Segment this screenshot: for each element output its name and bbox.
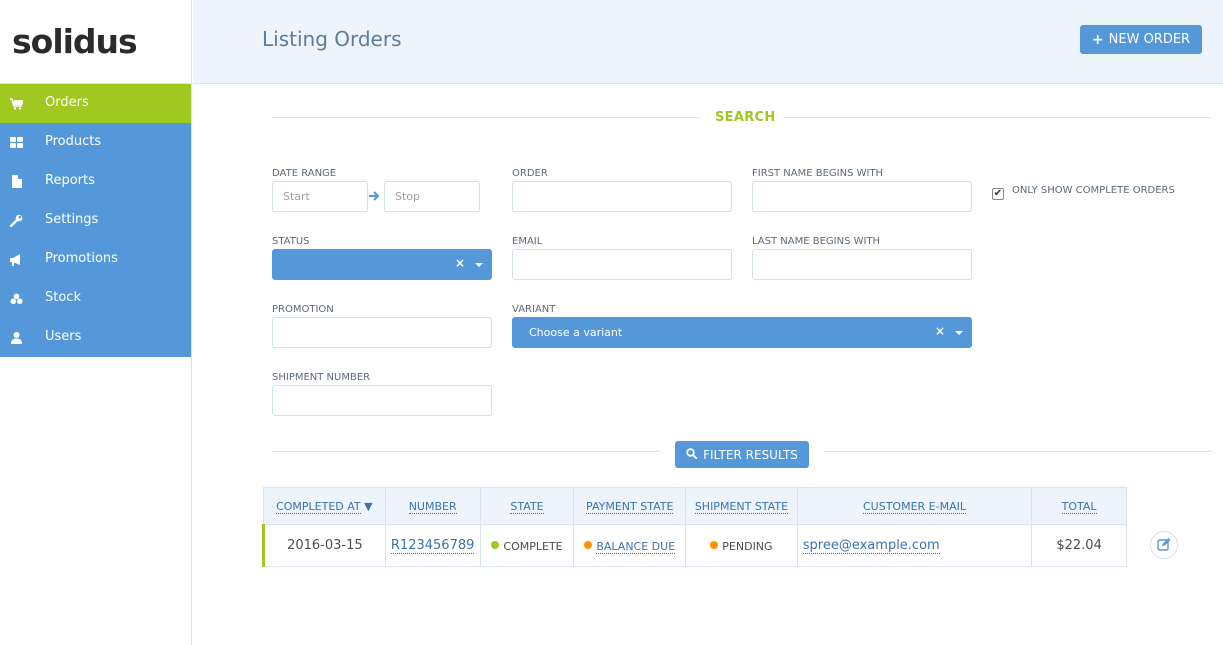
- sidebar-item-label: Settings: [45, 212, 99, 227]
- grid-icon: [10, 136, 23, 149]
- sidebar-item-label: Users: [45, 329, 82, 344]
- wrench-icon: [10, 214, 23, 227]
- status-label: STATUS: [272, 236, 310, 247]
- date-start-placeholder: Start: [283, 190, 310, 203]
- sidebar-item-users[interactable]: Users: [0, 318, 191, 357]
- payment-state-cell: BALANCE DUE: [573, 524, 687, 567]
- sidebar-item-promotions[interactable]: Promotions: [0, 240, 191, 279]
- status-select[interactable]: ×: [272, 249, 492, 280]
- sidebar-nav: Orders Products Reports Settings Promoti…: [0, 84, 191, 357]
- filter-results-button[interactable]: FILTER RESULTS: [675, 441, 809, 468]
- customer-email-cell: spree@example.com: [796, 524, 1033, 567]
- column-header-number[interactable]: NUMBER: [384, 487, 481, 525]
- edit-icon: [1157, 536, 1171, 555]
- sidebar-item-label: Stock: [45, 290, 81, 305]
- sidebar-item-label: Orders: [45, 95, 89, 110]
- only-complete-label: ONLY SHOW COMPLETE ORDERS: [1012, 185, 1175, 196]
- date-range-label: DATE RANGE: [272, 168, 337, 179]
- shipment-state-text: PENDING: [722, 539, 773, 553]
- shipment-number-label: SHIPMENT NUMBER: [272, 372, 371, 383]
- last-name-label: LAST NAME BEGINS WITH: [752, 236, 881, 247]
- orders-table: COMPLETED AT ▼ NUMBER STATE PAYMENT STAT…: [262, 487, 1127, 567]
- customer-email-link[interactable]: spree@example.com: [802, 538, 940, 554]
- variant-select[interactable]: Choose a variant ×: [512, 317, 972, 348]
- variant-label: VARIANT: [512, 304, 556, 315]
- search-divider-right: [783, 117, 1211, 118]
- email-label: EMAIL: [512, 236, 543, 247]
- sort-desc-icon: ▼: [364, 499, 373, 513]
- sidebar: solidus Orders Products Reports Settings: [0, 0, 192, 645]
- sidebar-item-reports[interactable]: Reports: [0, 162, 191, 201]
- filter-divider-right: [824, 451, 1212, 452]
- column-header-total[interactable]: TOTAL: [1031, 487, 1127, 525]
- variant-placeholder: Choose a variant: [529, 326, 623, 339]
- column-header-customer-email[interactable]: CUSTOMER E-MAIL: [796, 487, 1033, 525]
- order-label: ORDER: [512, 168, 548, 179]
- column-header-payment-state[interactable]: PAYMENT STATE: [573, 487, 687, 525]
- order-number-link[interactable]: R123456789: [390, 538, 475, 554]
- logo[interactable]: solidus: [0, 0, 191, 84]
- page-title: Listing Orders: [262, 27, 402, 51]
- promotion-label: PROMOTION: [272, 304, 334, 315]
- email-input[interactable]: [512, 249, 732, 280]
- user-icon: [10, 331, 23, 344]
- order-number-cell: R123456789: [384, 524, 481, 567]
- first-name-input[interactable]: [752, 181, 972, 212]
- search-divider-left: [272, 117, 700, 118]
- payment-state-link[interactable]: BALANCE DUE: [596, 539, 676, 554]
- shipment-state-cell: PENDING: [685, 524, 798, 567]
- plus-icon: +: [1091, 31, 1104, 48]
- page-header: Listing Orders + NEW ORDER: [193, 0, 1223, 84]
- arrow-right-icon: [369, 190, 380, 205]
- clear-icon[interactable]: ×: [455, 256, 465, 270]
- search-title: SEARCH: [715, 110, 776, 125]
- sidebar-item-orders[interactable]: Orders: [0, 84, 191, 123]
- new-order-label: NEW ORDER: [1108, 32, 1191, 47]
- state-dot-icon: [491, 541, 500, 549]
- payment-dot-icon: [584, 541, 593, 549]
- last-name-input[interactable]: [752, 249, 972, 280]
- cart-icon: [10, 97, 23, 110]
- edit-order-button[interactable]: [1150, 531, 1178, 559]
- sidebar-item-settings[interactable]: Settings: [0, 201, 191, 240]
- only-complete-checkbox[interactable]: ✔: [992, 188, 1004, 200]
- completed-at-cell: 2016-03-15: [262, 524, 386, 567]
- sidebar-item-label: Products: [45, 134, 102, 149]
- search-icon: [686, 447, 698, 462]
- sidebar-item-label: Promotions: [45, 251, 118, 266]
- promotion-input[interactable]: [272, 317, 492, 348]
- total-cell: $22.04: [1031, 524, 1127, 567]
- table-header-row: COMPLETED AT ▼ NUMBER STATE PAYMENT STAT…: [263, 487, 1127, 525]
- first-name-label: FIRST NAME BEGINS WITH: [752, 168, 884, 179]
- state-text: COMPLETE: [503, 539, 563, 553]
- column-header-state[interactable]: STATE: [479, 487, 575, 525]
- new-order-button[interactable]: + NEW ORDER: [1080, 25, 1202, 54]
- sidebar-item-stock[interactable]: Stock: [0, 279, 191, 318]
- date-stop-placeholder: Stop: [395, 190, 421, 203]
- order-input[interactable]: [512, 181, 732, 212]
- filter-divider-left: [272, 451, 660, 452]
- shipment-dot-icon: [710, 541, 719, 549]
- chevron-down-icon: [475, 263, 483, 267]
- date-start-input[interactable]: Start: [272, 181, 368, 212]
- shipment-number-input[interactable]: [272, 385, 492, 416]
- column-header-completed-at[interactable]: COMPLETED AT ▼: [263, 487, 386, 525]
- file-icon: [10, 175, 23, 188]
- state-cell: COMPLETE: [479, 524, 575, 567]
- cubes-icon: [10, 292, 23, 305]
- logo-text: solidus: [12, 22, 138, 61]
- filter-results-label: FILTER RESULTS: [703, 447, 798, 462]
- column-header-shipment-state[interactable]: SHIPMENT STATE: [685, 487, 798, 525]
- table-row: 2016-03-15 R123456789 COMPLETE BALANCE D…: [262, 524, 1127, 567]
- bullhorn-icon: [10, 253, 23, 266]
- clear-icon[interactable]: ×: [935, 324, 945, 338]
- sidebar-item-label: Reports: [45, 173, 95, 188]
- date-stop-input[interactable]: Stop: [384, 181, 480, 212]
- sidebar-item-products[interactable]: Products: [0, 123, 191, 162]
- chevron-down-icon: [955, 331, 963, 335]
